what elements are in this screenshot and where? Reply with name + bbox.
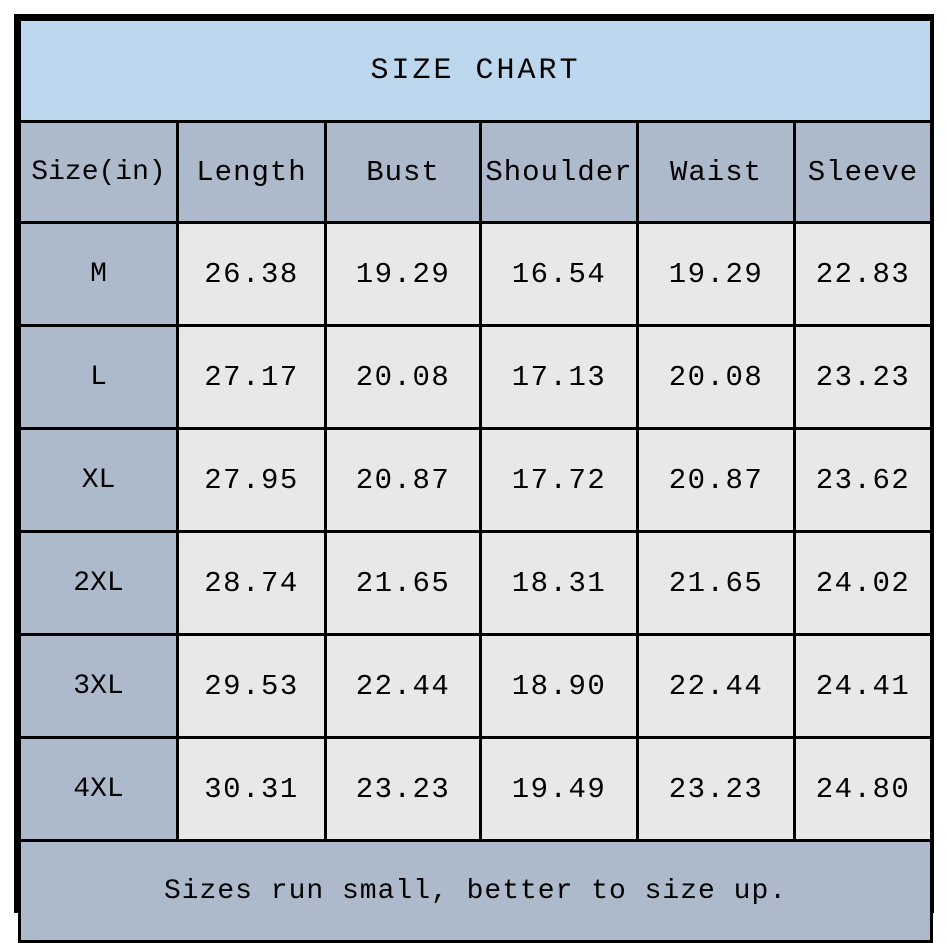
length-value: 29.53 xyxy=(176,633,327,739)
size-chart-body: SIZE CHART Size(in) Length Bust Shoulder… xyxy=(17,18,934,943)
size-label: 3XL xyxy=(18,633,179,739)
sleeve-value: 23.23 xyxy=(792,324,934,430)
length-value: 28.74 xyxy=(176,530,327,636)
bust-value: 23.23 xyxy=(324,736,482,842)
shoulder-value: 18.90 xyxy=(479,633,639,739)
column-header-waist: Waist xyxy=(636,120,796,224)
sleeve-value: 22.83 xyxy=(792,221,934,327)
table-row: 3XL 29.53 22.44 18.90 22.44 24.41 xyxy=(18,633,934,739)
title-row: SIZE CHART xyxy=(17,18,934,123)
bust-value: 22.44 xyxy=(324,633,482,739)
column-header-length: Length xyxy=(176,120,327,224)
sleeve-value: 23.62 xyxy=(792,427,934,533)
length-value: 27.17 xyxy=(176,324,327,430)
table-row: 4XL 30.31 23.23 19.49 23.23 24.80 xyxy=(18,736,934,842)
length-value: 30.31 xyxy=(176,736,327,842)
size-chart-page: SIZE CHART Size(in) Length Bust Shoulder… xyxy=(0,0,948,943)
size-chart-table-frame: SIZE CHART Size(in) Length Bust Shoulder… xyxy=(14,14,934,943)
size-chart-table: SIZE CHART Size(in) Length Bust Shoulder… xyxy=(17,18,934,943)
chart-title: SIZE CHART xyxy=(17,18,934,123)
size-label: M xyxy=(18,221,179,327)
waist-value: 22.44 xyxy=(636,633,796,739)
column-header-sleeve: Sleeve xyxy=(792,120,934,224)
waist-value: 19.29 xyxy=(636,221,796,327)
bust-value: 20.87 xyxy=(324,427,482,533)
note-row: Sizes run small, better to size up. xyxy=(17,839,934,943)
waist-value: 21.65 xyxy=(636,530,796,636)
shoulder-value: 16.54 xyxy=(479,221,639,327)
table-row: XL 27.95 20.87 17.72 20.87 23.62 xyxy=(18,427,934,533)
sleeve-value: 24.02 xyxy=(792,530,934,636)
table-row: 2XL 28.74 21.65 18.31 21.65 24.02 xyxy=(18,530,934,636)
waist-value: 20.08 xyxy=(636,324,796,430)
table-row: L 27.17 20.08 17.13 20.08 23.23 xyxy=(18,324,934,430)
waist-value: 23.23 xyxy=(636,736,796,842)
shoulder-value: 17.13 xyxy=(479,324,639,430)
table-row: M 26.38 19.29 16.54 19.29 22.83 xyxy=(18,221,934,327)
sizing-note: Sizes run small, better to size up. xyxy=(17,839,934,943)
size-label: 2XL xyxy=(18,530,179,636)
shoulder-value: 19.49 xyxy=(479,736,639,842)
size-label: L xyxy=(18,324,179,430)
bust-value: 20.08 xyxy=(324,324,482,430)
size-label: 4XL xyxy=(18,736,179,842)
column-header-bust: Bust xyxy=(324,120,482,224)
column-header-shoulder: Shoulder xyxy=(479,120,639,224)
sleeve-value: 24.80 xyxy=(792,736,934,842)
length-value: 26.38 xyxy=(176,221,327,327)
header-row: Size(in) Length Bust Shoulder Waist Slee… xyxy=(18,120,934,224)
size-label: XL xyxy=(18,427,179,533)
column-header-size: Size(in) xyxy=(18,120,179,224)
length-value: 27.95 xyxy=(176,427,327,533)
bust-value: 19.29 xyxy=(324,221,482,327)
shoulder-value: 17.72 xyxy=(479,427,639,533)
waist-value: 20.87 xyxy=(636,427,796,533)
sleeve-value: 24.41 xyxy=(792,633,934,739)
bust-value: 21.65 xyxy=(324,530,482,636)
shoulder-value: 18.31 xyxy=(479,530,639,636)
